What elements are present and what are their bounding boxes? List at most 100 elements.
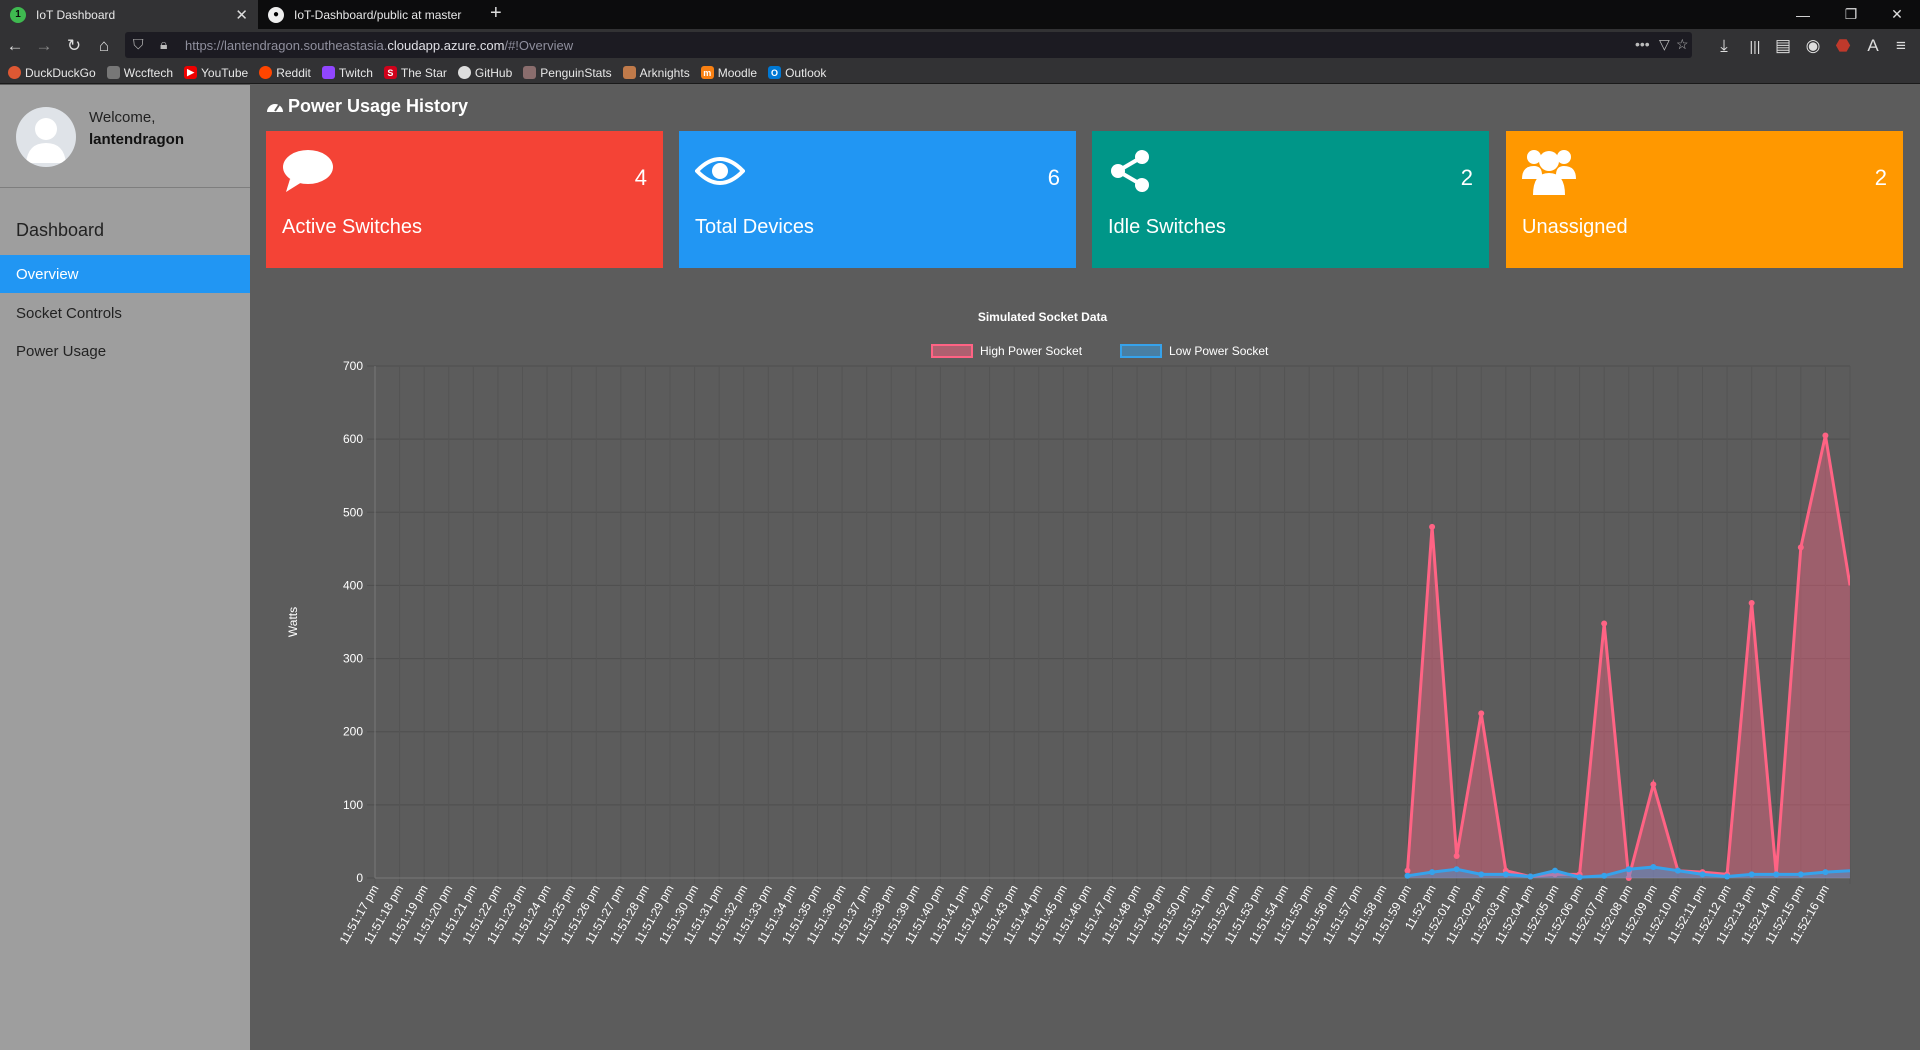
reddit-icon bbox=[259, 66, 273, 79]
reload-icon[interactable]: ↻ bbox=[63, 35, 85, 57]
penguinstats-icon bbox=[523, 66, 537, 79]
bookmark-label: Arknights bbox=[639, 65, 690, 80]
card-active-switches[interactable]: 4 Active Switches bbox=[266, 131, 663, 268]
tab-title: IoT-Dashboard/public at master bbox=[294, 7, 462, 22]
bookmark-star-icon[interactable]: ☆ bbox=[1676, 36, 1689, 53]
page-actions-icon[interactable]: ••• bbox=[1635, 36, 1650, 52]
username: lantendragon bbox=[89, 131, 185, 148]
bookmark-wccftech[interactable]: Wccftech bbox=[106, 65, 174, 80]
data-point bbox=[1650, 864, 1657, 871]
data-point bbox=[1773, 871, 1780, 878]
bookmark-twitch[interactable]: Twitch bbox=[321, 66, 373, 80]
the-star-icon: S bbox=[383, 66, 397, 79]
sidebar-item-socket-controls[interactable]: Socket Controls bbox=[0, 294, 250, 332]
shield-icon[interactable]: ⛉ bbox=[133, 36, 144, 53]
data-point bbox=[1724, 873, 1731, 880]
bookmark-arknights[interactable]: Arknights bbox=[622, 65, 690, 80]
url-bar[interactable]: ⛉ 🔒︎ https://lantendragon.southeastasia.… bbox=[125, 32, 1692, 58]
data-point bbox=[1601, 620, 1608, 627]
twitch-icon bbox=[321, 66, 335, 79]
forward-icon[interactable]: → bbox=[33, 35, 55, 57]
download-icon[interactable]: ⤓ bbox=[1713, 35, 1735, 57]
restore-icon[interactable]: ❐ bbox=[1828, 0, 1874, 29]
moodle-icon: m bbox=[700, 66, 714, 79]
home-icon[interactable]: ⌂ bbox=[93, 35, 115, 57]
bookmark-reddit[interactable]: Reddit bbox=[259, 66, 311, 80]
bookmark-the-star[interactable]: S The Star bbox=[383, 66, 447, 80]
url-prefix: https://lantendragon.southeastasia. bbox=[185, 37, 388, 53]
card-label: Idle Switches bbox=[1108, 216, 1226, 238]
account-icon[interactable]: ◉ bbox=[1802, 35, 1824, 57]
sidebar-item-overview[interactable]: Overview bbox=[0, 255, 250, 293]
bookmark-outlook[interactable]: O Outlook bbox=[768, 66, 826, 80]
data-point bbox=[1478, 710, 1485, 717]
tab-favicon-icon: 1 bbox=[10, 6, 26, 23]
y-tick-label: 0 bbox=[356, 871, 363, 885]
card-label: Unassigned bbox=[1522, 216, 1628, 238]
card-total-devices[interactable]: 6 Total Devices bbox=[679, 131, 1076, 268]
y-tick-label: 200 bbox=[343, 725, 363, 739]
bookmark-duckduckgo[interactable]: DuckDuckGo bbox=[8, 66, 96, 80]
card-unassigned[interactable]: 2 Unassigned bbox=[1506, 131, 1903, 268]
data-point bbox=[1699, 871, 1706, 878]
bookmark-label: GitHub bbox=[474, 65, 513, 80]
data-point bbox=[1822, 869, 1829, 876]
bookmark-github[interactable]: GitHub bbox=[457, 65, 513, 80]
url-suffix: /#!Overview bbox=[504, 37, 574, 53]
github-icon bbox=[457, 66, 471, 79]
y-tick-label: 700 bbox=[343, 359, 363, 373]
data-point bbox=[1453, 866, 1460, 873]
data-point bbox=[1404, 872, 1411, 879]
legend-swatch bbox=[1120, 344, 1162, 358]
tab-title: IoT Dashboard bbox=[36, 7, 116, 22]
page-title: Power Usage History bbox=[266, 96, 468, 117]
data-point bbox=[1650, 781, 1657, 788]
data-point bbox=[1478, 871, 1485, 878]
outlook-icon: O bbox=[768, 66, 782, 79]
card-label: Active Switches bbox=[282, 216, 423, 238]
ublock-icon[interactable]: ⬣ bbox=[1832, 35, 1854, 57]
bookmark-youtube[interactable]: ▶ YouTube bbox=[184, 66, 248, 80]
y-tick-label: 400 bbox=[343, 578, 363, 592]
page-title-text: Power Usage History bbox=[288, 96, 469, 116]
sidebar-icon[interactable]: ▤ bbox=[1772, 35, 1794, 57]
card-idle-switches[interactable]: 2 Idle Switches bbox=[1092, 131, 1489, 268]
bookmark-label: Wccftech bbox=[123, 65, 174, 80]
library-icon[interactable]: ||| bbox=[1744, 35, 1766, 57]
share-icon bbox=[1111, 150, 1149, 192]
browser-nav-bar: ← → ↻ ⌂ ⛉ 🔒︎ https://lantendragon.southe… bbox=[0, 29, 1920, 62]
data-point bbox=[1552, 867, 1558, 874]
menu-icon[interactable]: ≡ bbox=[1890, 35, 1912, 57]
dashboard-gauge-icon bbox=[267, 103, 283, 112]
bookmark-moodle[interactable]: m Moodle bbox=[700, 65, 758, 80]
github-icon: ● bbox=[268, 6, 284, 23]
minimize-icon[interactable]: — bbox=[1780, 0, 1826, 29]
close-icon[interactable]: ✕ bbox=[235, 6, 248, 24]
card-count: 4 bbox=[634, 165, 647, 190]
arknights-icon bbox=[622, 66, 636, 79]
data-point bbox=[1748, 599, 1755, 606]
bookmark-label: Moodle bbox=[717, 65, 758, 80]
user-silhouette-icon bbox=[26, 118, 66, 163]
pocket-icon[interactable]: ▽ bbox=[1659, 36, 1670, 53]
font-icon[interactable]: A bbox=[1862, 35, 1884, 57]
browser-tab-bar: 1 IoT Dashboard ✕ ● IoT-Dashboard/public… bbox=[0, 0, 1920, 29]
tab-iot-dashboard[interactable]: 1 IoT Dashboard ✕ bbox=[0, 0, 258, 29]
new-tab-button[interactable]: + bbox=[490, 2, 502, 25]
y-tick-label: 300 bbox=[343, 652, 363, 666]
y-tick-label: 600 bbox=[343, 432, 363, 446]
menu-title: Dashboard bbox=[16, 220, 105, 240]
data-point bbox=[1404, 867, 1411, 874]
data-point bbox=[1601, 872, 1608, 879]
sidebar: Welcome, lantendragon Dashboard Overview… bbox=[0, 85, 250, 1050]
bookmarks-bar: DuckDuckGo Wccftech ▶ YouTube Reddit Twit… bbox=[0, 62, 1920, 84]
tab-github[interactable]: ● IoT-Dashboard/public at master bbox=[258, 0, 486, 29]
back-icon[interactable]: ← bbox=[4, 35, 26, 57]
data-point bbox=[1502, 871, 1509, 878]
legend-label: High Power Socket bbox=[980, 344, 1083, 358]
window-close-icon[interactable]: ✕ bbox=[1874, 0, 1920, 29]
bookmark-penguinstats[interactable]: PenguinStats bbox=[523, 66, 612, 80]
legend-swatch bbox=[931, 344, 973, 358]
sidebar-item-power-usage[interactable]: Power Usage bbox=[0, 332, 250, 370]
data-point bbox=[1748, 871, 1755, 878]
